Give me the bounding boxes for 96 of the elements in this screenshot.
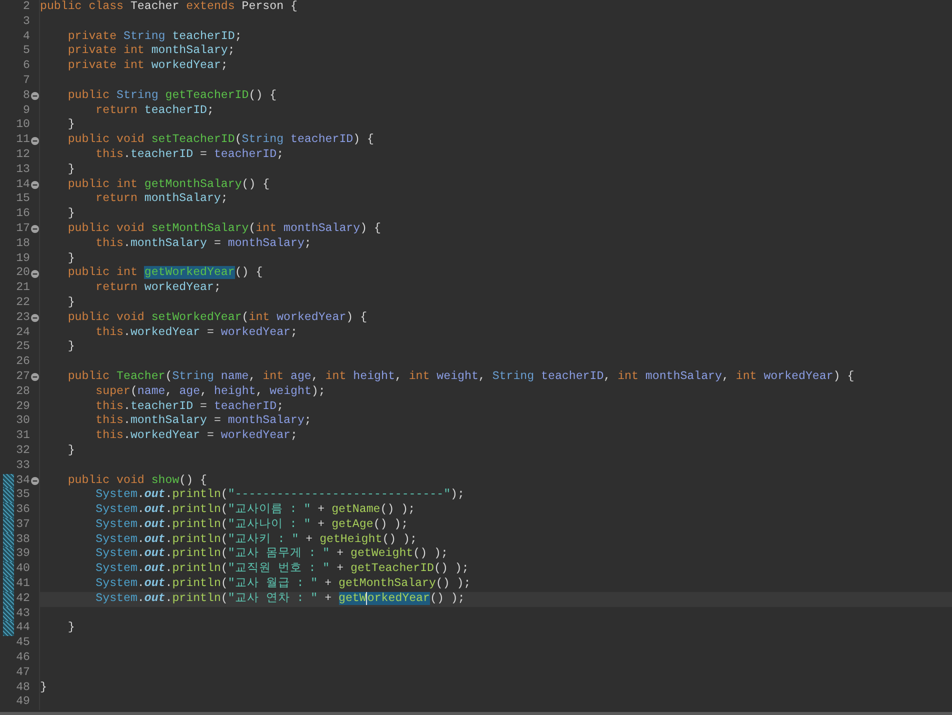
code-line: System.out.println("교직원 번호 : " + getTeacherID() ); — [94, 562, 469, 576]
code-line: } — [66, 444, 75, 457]
collapse-icon[interactable] — [30, 225, 38, 234]
line-number: 33 — [15, 458, 30, 474]
code-line: this.teacherID = teacherID; — [94, 400, 284, 413]
code-line: return monthSalary; — [94, 192, 228, 206]
code-line: System.out.println("------------------------------"); — [94, 488, 464, 502]
code-line: this.teacherID = teacherID; — [94, 148, 284, 161]
collapse-icon[interactable] — [30, 373, 38, 382]
line-number: 36 — [15, 503, 30, 518]
code-line: } — [66, 118, 75, 132]
code-line: public String getTeacherID() { — [66, 88, 277, 102]
line-number: 49 — [15, 695, 30, 710]
code-line: System.out.println("교사 몸무게 : " + getWeight() ); — [94, 547, 448, 560]
code-line: this.monthSalary = monthSalary; — [94, 236, 312, 250]
line-number: 7 — [22, 74, 30, 89]
code-line: } — [66, 162, 75, 176]
code-line: System.out.println("교사이름 : " + getName() ); — [94, 503, 416, 516]
line-number: 21 — [15, 281, 30, 296]
collapse-icon[interactable] — [30, 270, 38, 278]
line-number: 15 — [15, 192, 30, 208]
line-number: 28 — [15, 384, 30, 400]
code-editor[interactable] — [0, 0, 952, 712]
line-number: 27 — [15, 370, 30, 385]
line-number: 45 — [15, 636, 30, 652]
line-number: 6 — [22, 59, 30, 74]
code-line: } — [66, 621, 75, 634]
code-line: public int getMonthSalary() { — [66, 178, 270, 191]
line-number: 26 — [15, 355, 30, 370]
line-number: 44 — [15, 621, 30, 636]
code-line: System.out.println("교사키 : " + getHeight() ); — [94, 532, 417, 546]
line-number: 47 — [15, 666, 30, 681]
code-line: return teacherID; — [94, 104, 214, 117]
line-number: 42 — [15, 592, 30, 607]
line-number: 43 — [15, 606, 30, 622]
code-line: public void show() { — [66, 474, 208, 486]
code-line: this.monthSalary = monthSalary; — [94, 414, 312, 428]
code-line: System.out.println("교사 연차 : " + getWorkedYear() ); — [94, 592, 465, 605]
collapse-icon[interactable] — [30, 314, 38, 322]
line-number: 11 — [15, 133, 30, 148]
code-line: private int monthSalary; — [66, 44, 235, 58]
line-number: 19 — [15, 252, 30, 266]
line-number: 22 — [15, 296, 30, 311]
line-number: 8 — [22, 88, 30, 104]
line-number: 40 — [15, 562, 30, 578]
collapse-icon[interactable] — [30, 180, 38, 189]
code-line: private int workedYear; — [66, 59, 228, 72]
line-number: 24 — [15, 326, 30, 340]
code-line: return workedYear; — [94, 281, 221, 294]
collapse-icon[interactable] — [30, 92, 38, 100]
line-number: 32 — [15, 444, 30, 459]
line-number: 3 — [22, 14, 30, 30]
code-line: public void setTeacherID(String teacherID) { — [66, 133, 374, 146]
line-number: 2 — [22, 0, 30, 15]
code-line: } — [66, 252, 75, 265]
code-line: System.out.println("교사나이 : " + getAge() ); — [94, 518, 408, 531]
line-number: 10 — [15, 118, 30, 134]
line-number: 34 — [15, 474, 30, 488]
code-line: public Teacher(String name, int age, int height, int weight, String teacherID, int monthSalary, int workedYear) { — [66, 370, 854, 383]
code-line: private String teacherID; — [66, 30, 242, 43]
line-number: 25 — [15, 340, 30, 356]
line-number: 39 — [15, 547, 30, 562]
line-number: 23 — [15, 310, 30, 326]
line-number: 16 — [15, 207, 30, 222]
collapse-icon[interactable] — [30, 476, 38, 485]
line-number: 35 — [15, 488, 30, 504]
line-number: 37 — [15, 518, 30, 533]
line-number: 41 — [15, 577, 30, 592]
collapse-icon[interactable] — [30, 136, 38, 145]
line-number: 18 — [15, 236, 30, 252]
line-number: 20 — [15, 266, 30, 282]
line-number: 12 — [15, 148, 30, 163]
line-number: 13 — [15, 162, 30, 178]
line-number: 46 — [15, 651, 30, 666]
code-line: public void setWorkedYear(int workedYear) { — [66, 310, 368, 324]
line-number: 48 — [15, 680, 30, 696]
code-line: } — [66, 296, 75, 309]
line-number: 5 — [22, 44, 30, 60]
line-number: 30 — [15, 414, 30, 430]
code-line: public int getWorkedYear() { — [66, 266, 263, 280]
line-number: 4 — [22, 30, 30, 44]
code-line: public void setMonthSalary(int monthSalary) { — [66, 222, 381, 235]
line-number: 14 — [15, 178, 30, 192]
line-number: 29 — [15, 400, 30, 414]
line-number: 9 — [22, 104, 30, 118]
line-number: 31 — [15, 429, 30, 444]
code-line: } — [66, 340, 75, 354]
line-number: 38 — [15, 532, 30, 548]
code-line: System.out.println("교사 월급 : " + getMonthSalary() ); — [94, 577, 471, 590]
code-line: } — [66, 207, 75, 220]
code-line: super(name, age, height, weight); — [94, 384, 326, 398]
line-number: 17 — [15, 222, 30, 237]
code-line: } — [40, 680, 47, 694]
code-line: public class Teacher extends Person { — [40, 0, 298, 13]
code-line: this.workedYear = workedYear; — [94, 429, 298, 442]
code-line: this.workedYear = workedYear; — [94, 326, 298, 339]
